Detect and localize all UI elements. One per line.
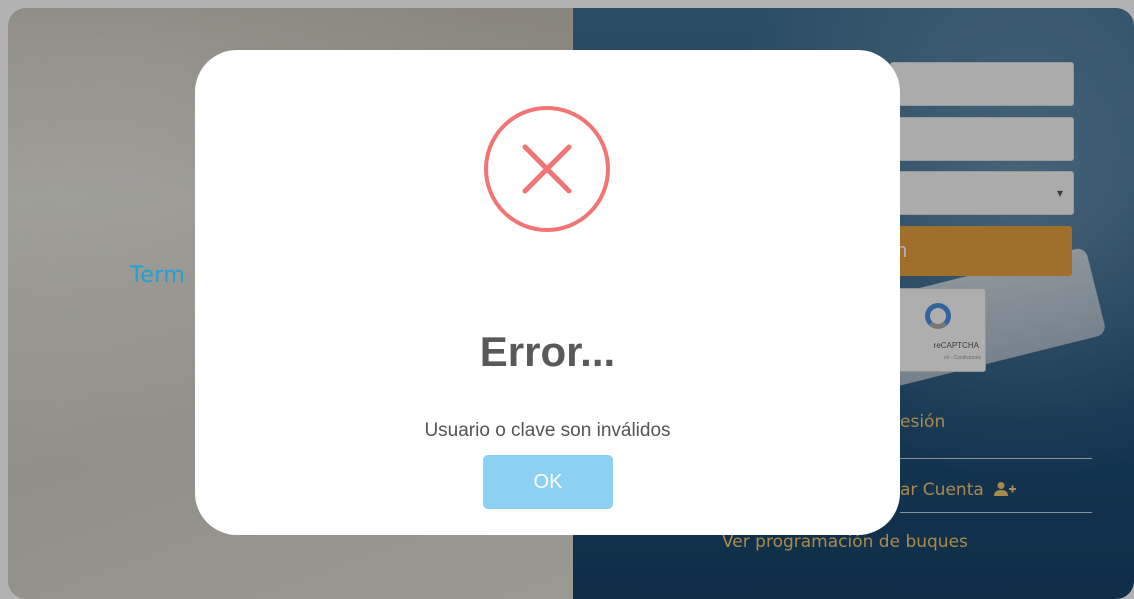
error-dialog: Error... Usuario o clave son inválidos O… <box>195 50 900 535</box>
ok-button[interactable]: OK <box>483 455 613 509</box>
brand-name: Term <box>130 263 186 288</box>
error-x-icon <box>484 106 610 232</box>
dialog-title: Error... <box>479 328 616 375</box>
dialog-message: Usuario o clave son inválidos <box>424 420 671 441</box>
